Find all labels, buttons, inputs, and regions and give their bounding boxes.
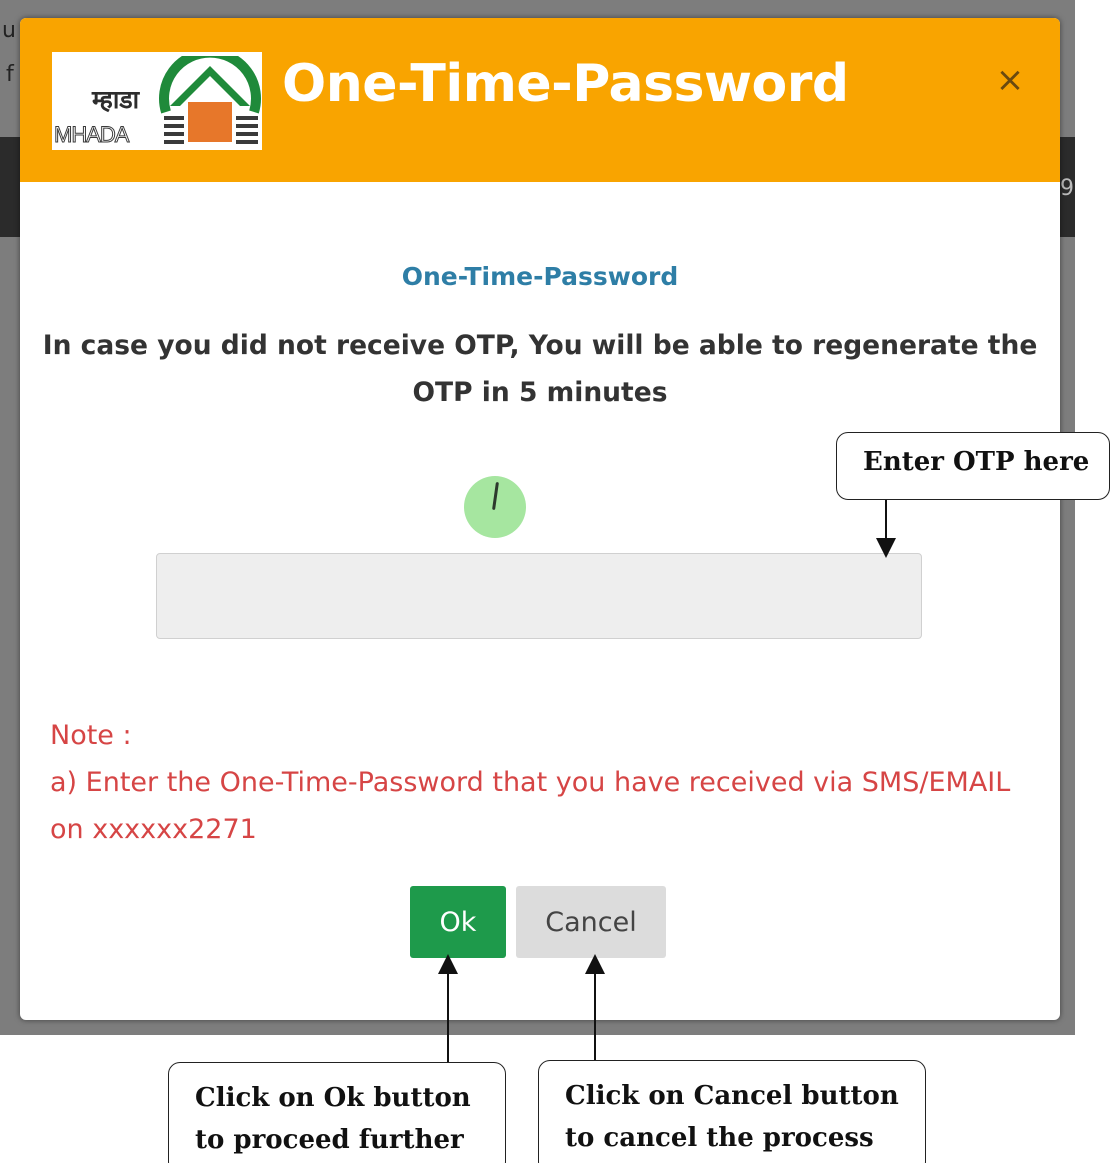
mhada-logo: म्हाडा MHADA xyxy=(52,52,262,150)
ok-button[interactable]: Ok xyxy=(410,886,506,958)
note-block: Note : a) Enter the One-Time-Password th… xyxy=(50,712,1030,853)
ok-callout-line1: Click on Ok button xyxy=(195,1083,471,1113)
ok-callout-line2: to proceed further xyxy=(195,1125,464,1155)
house-icon xyxy=(159,56,261,150)
screenshot-stage: u f 9 म्हाडा MHADA One-Time-Password × O… xyxy=(0,0,1111,1163)
modal-header: म्हाडा MHADA One-Time-Password × xyxy=(20,18,1060,182)
cancel-callout: Click on Cancel button to cancel the pro… xyxy=(538,1060,926,1163)
logo-english-text: MHADA xyxy=(53,122,129,148)
otp-callout: Enter OTP here xyxy=(836,432,1110,500)
logo-hindi-text: म्हाडा xyxy=(92,85,140,114)
cancel-callout-line2: to cancel the process xyxy=(565,1123,874,1153)
cancel-button[interactable]: Cancel xyxy=(516,886,666,958)
otp-modal-dialog: म्हाडा MHADA One-Time-Password × One-Tim… xyxy=(20,18,1060,1020)
ok-callout: Click on Ok button to proceed further xyxy=(168,1062,506,1163)
otp-subtitle: One-Time-Password xyxy=(401,262,679,291)
spinner-tick xyxy=(492,481,499,511)
background-text-fragment: 9 xyxy=(1060,176,1074,201)
background-text-fragment: u xyxy=(2,18,16,43)
note-line: a) Enter the One-Time-Password that you … xyxy=(50,767,1011,845)
note-heading: Note : xyxy=(50,720,132,751)
background-text-fragment: f xyxy=(6,62,14,87)
otp-callout-text: Enter OTP here xyxy=(863,447,1090,477)
otp-input[interactable] xyxy=(156,553,922,639)
close-button[interactable]: × xyxy=(992,62,1028,98)
cancel-callout-line1: Click on Cancel button xyxy=(565,1081,899,1111)
loading-spinner-icon xyxy=(464,476,526,538)
modal-title: One-Time-Password xyxy=(282,54,849,114)
regenerate-info-text: In case you did not receive OTP, You wil… xyxy=(42,330,1038,408)
